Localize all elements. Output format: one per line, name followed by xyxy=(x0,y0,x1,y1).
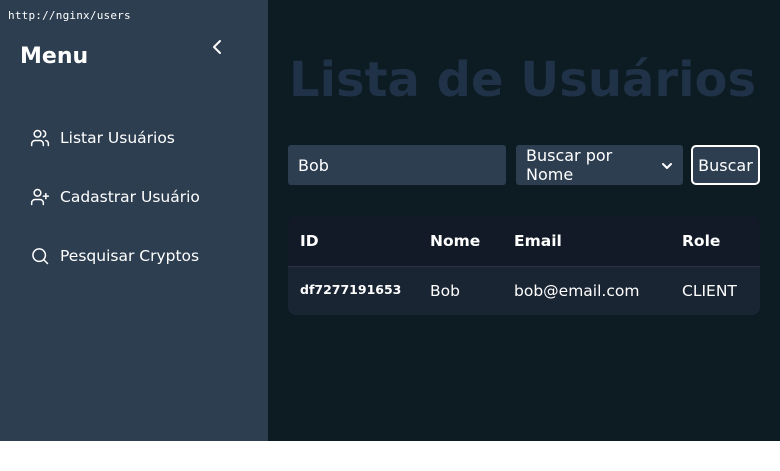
sidebar-item-label: Listar Usuários xyxy=(60,129,175,147)
sidebar: http://nginx/users Menu Listar Usuários xyxy=(0,0,268,441)
cell-email: bob@email.com xyxy=(514,281,640,300)
search-button[interactable]: Buscar xyxy=(691,145,760,185)
column-header-nome: Nome xyxy=(430,231,481,250)
search-icon xyxy=(30,246,50,266)
column-header-role: Role xyxy=(682,231,721,250)
search-type-selected: Buscar por Nome xyxy=(526,146,613,184)
sidebar-item-label: Pesquisar Cryptos xyxy=(60,247,200,265)
collapse-sidebar-button[interactable] xyxy=(207,39,227,59)
table-row[interactable]: df7277191653 Bob bob@email.com CLIENT xyxy=(288,266,760,315)
table-header-row: ID Nome Email Role xyxy=(288,216,760,266)
sidebar-item-label: Cadastrar Usuário xyxy=(60,188,200,206)
app-window: http://nginx/users Menu Listar Usuários xyxy=(0,0,780,441)
cell-id: df7277191653 xyxy=(300,282,402,298)
menu-title: Menu xyxy=(20,44,89,69)
search-input[interactable] xyxy=(288,145,506,185)
user-plus-icon xyxy=(30,187,50,207)
url-label: http://nginx/users xyxy=(8,9,131,22)
sidebar-item-cadastrar-usuario[interactable]: Cadastrar Usuário xyxy=(30,185,200,209)
users-table: ID Nome Email Role df7277191653 Bob bob@… xyxy=(288,216,760,315)
main-content: Lista de Usuários Buscar por Nome Buscar xyxy=(268,0,780,441)
cell-nome: Bob xyxy=(430,281,460,300)
chevron-left-icon xyxy=(211,39,223,59)
sidebar-item-pesquisar-cryptos[interactable]: Pesquisar Cryptos xyxy=(30,244,199,268)
search-type-select[interactable]: Buscar por Nome xyxy=(516,145,683,185)
cell-role: CLIENT xyxy=(682,281,737,300)
users-icon xyxy=(30,128,50,148)
sidebar-item-listar-usuarios[interactable]: Listar Usuários xyxy=(30,126,175,150)
chevron-down-icon xyxy=(661,156,673,175)
page-title: Lista de Usuários xyxy=(289,52,757,108)
column-header-email: Email xyxy=(514,231,562,250)
column-header-id: ID xyxy=(300,231,319,250)
